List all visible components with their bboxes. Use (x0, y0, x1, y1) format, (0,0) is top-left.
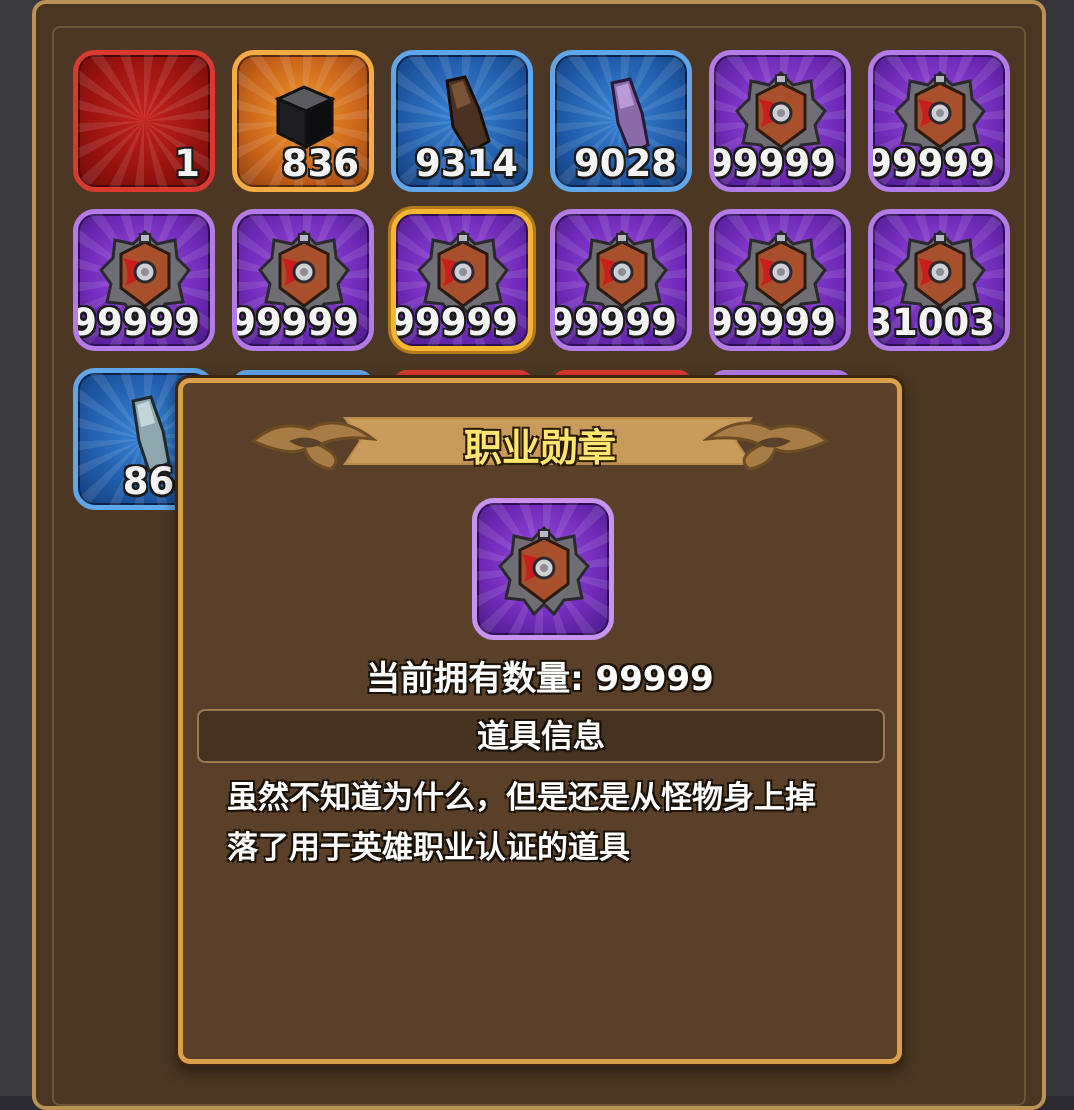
item-preview-slot (472, 498, 614, 640)
item-count: 31003 (868, 301, 995, 344)
inventory-slot[interactable]: 99999 (709, 50, 851, 192)
inventory-slot[interactable]: 99999 (709, 209, 851, 351)
description-line: 虽然不知道为什么，但是还是从怪物身上掉 (227, 780, 816, 816)
inventory-slot[interactable]: 9028 (550, 50, 692, 192)
inventory-slot[interactable]: 1 (73, 50, 215, 192)
item-count: 1 (174, 142, 200, 185)
item-count: 9314 (415, 142, 518, 185)
item-count: 99999 (709, 301, 836, 344)
inventory-slot[interactable]: 9314 (391, 50, 533, 192)
item-count: 836 (281, 142, 359, 185)
inventory-slot[interactable]: 31003 (868, 209, 1010, 351)
inventory-slot[interactable]: 836 (232, 50, 374, 192)
item-tooltip: 职业勋章 当前拥有数量: 99999 道具信息 虽然不知道为什么，但是还是从怪物… (178, 378, 902, 1064)
item-count: 99999 (391, 301, 518, 344)
item-count: 99999 (868, 142, 995, 185)
item-title: 职业勋章 (463, 426, 616, 470)
inventory-slot[interactable]: 99999 (73, 209, 215, 351)
class-medal-icon (498, 525, 590, 616)
owned-quantity: 当前拥有数量: 99999 (366, 659, 714, 699)
item-description: 虽然不知道为什么，但是还是从怪物身上掉 落了用于英雄职业认证的道具 (227, 773, 867, 873)
description-line: 落了用于英雄职业认证的道具 (227, 830, 630, 866)
inventory-slot[interactable]: 99999 (868, 50, 1010, 192)
item-count: 9028 (574, 142, 677, 185)
item-count: 99999 (550, 301, 677, 344)
inventory-slot[interactable]: 99999 (550, 209, 692, 351)
inventory-slot-selected[interactable]: 99999 (391, 209, 533, 351)
item-count: 99999 (709, 142, 836, 185)
item-count: 99999 (232, 301, 359, 344)
item-count: 99999 (73, 301, 200, 344)
item-info-header: 道具信息 (197, 709, 885, 763)
inventory-slot[interactable]: 99999 (232, 209, 374, 351)
